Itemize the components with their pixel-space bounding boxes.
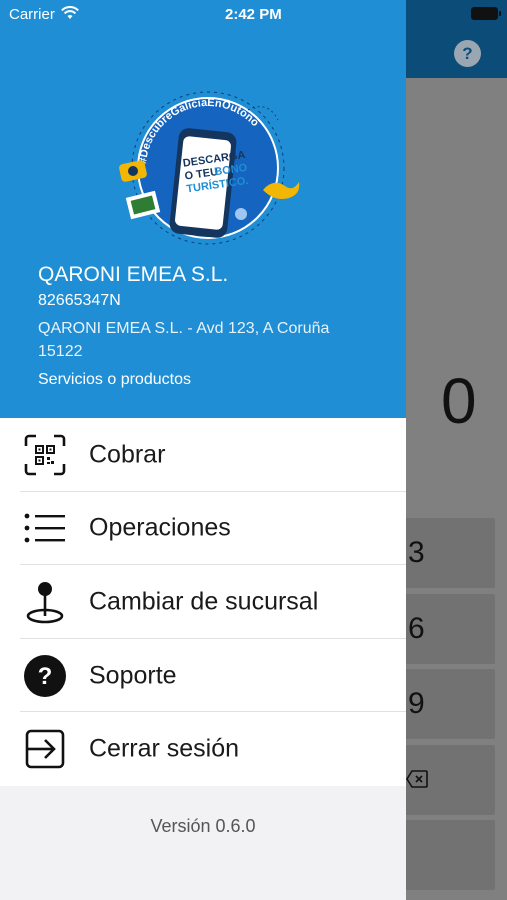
menu-item-label: Cambiar de sucursal bbox=[89, 587, 319, 616]
menu-item-label: Cobrar bbox=[89, 440, 166, 469]
menu-item-label: Soporte bbox=[89, 661, 177, 690]
qr-code-icon bbox=[24, 434, 66, 476]
app-version: Versión 0.6.0 bbox=[150, 816, 256, 836]
menu-item-soporte[interactable]: ? Soporte bbox=[0, 639, 406, 713]
keypad-confirm-key[interactable] bbox=[405, 820, 495, 890]
help-button[interactable]: ? bbox=[454, 40, 481, 67]
menu-item-cerrar-sesion[interactable]: Cerrar sesión bbox=[0, 712, 406, 786]
keypad-key-3[interactable]: 3 bbox=[405, 518, 495, 588]
wifi-icon bbox=[61, 6, 79, 19]
drawer-header: #DescubreGaliciaEnOutono DESCARGA O TEU … bbox=[0, 0, 406, 418]
services-link[interactable]: Servicios o productos bbox=[38, 371, 191, 389]
menu-item-cobrar[interactable]: Cobrar bbox=[0, 418, 406, 492]
amount-display: 0 bbox=[441, 365, 477, 437]
company-name: QARONI EMEA S.L. bbox=[38, 263, 229, 286]
promo-banner-image: #DescubreGaliciaEnOutono DESCARGA O TEU … bbox=[119, 91, 300, 245]
drawer-menu: Cobrar Operaciones Cambiar de sucursal ?… bbox=[0, 418, 406, 786]
status-bar: Carrier 2:42 PM bbox=[0, 0, 507, 28]
side-drawer: #DescubreGaliciaEnOutono DESCARGA O TEU … bbox=[0, 0, 406, 900]
company-address: QARONI EMEA S.L. - Avd 123, A Coruña 151… bbox=[38, 320, 330, 361]
menu-item-operaciones[interactable]: Operaciones bbox=[0, 492, 406, 566]
menu-item-label: Operaciones bbox=[89, 513, 231, 542]
menu-item-cambiar-sucursal[interactable]: Cambiar de sucursal bbox=[0, 565, 406, 639]
clock: 2:42 PM bbox=[225, 6, 282, 23]
carrier-label: Carrier bbox=[9, 6, 55, 23]
svg-text:?: ? bbox=[38, 663, 53, 690]
menu-item-label: Cerrar sesión bbox=[89, 734, 240, 763]
list-icon bbox=[24, 513, 65, 543]
keypad-key-6[interactable]: 6 bbox=[405, 594, 495, 664]
map-pin-icon bbox=[26, 581, 64, 624]
company-tax-id: 82665347N bbox=[38, 292, 121, 309]
backspace-icon bbox=[406, 770, 428, 788]
battery-icon bbox=[471, 7, 501, 20]
question-circle-icon: ? bbox=[24, 654, 66, 697]
logout-icon bbox=[25, 729, 65, 769]
keypad-key-9[interactable]: 9 bbox=[405, 669, 495, 739]
